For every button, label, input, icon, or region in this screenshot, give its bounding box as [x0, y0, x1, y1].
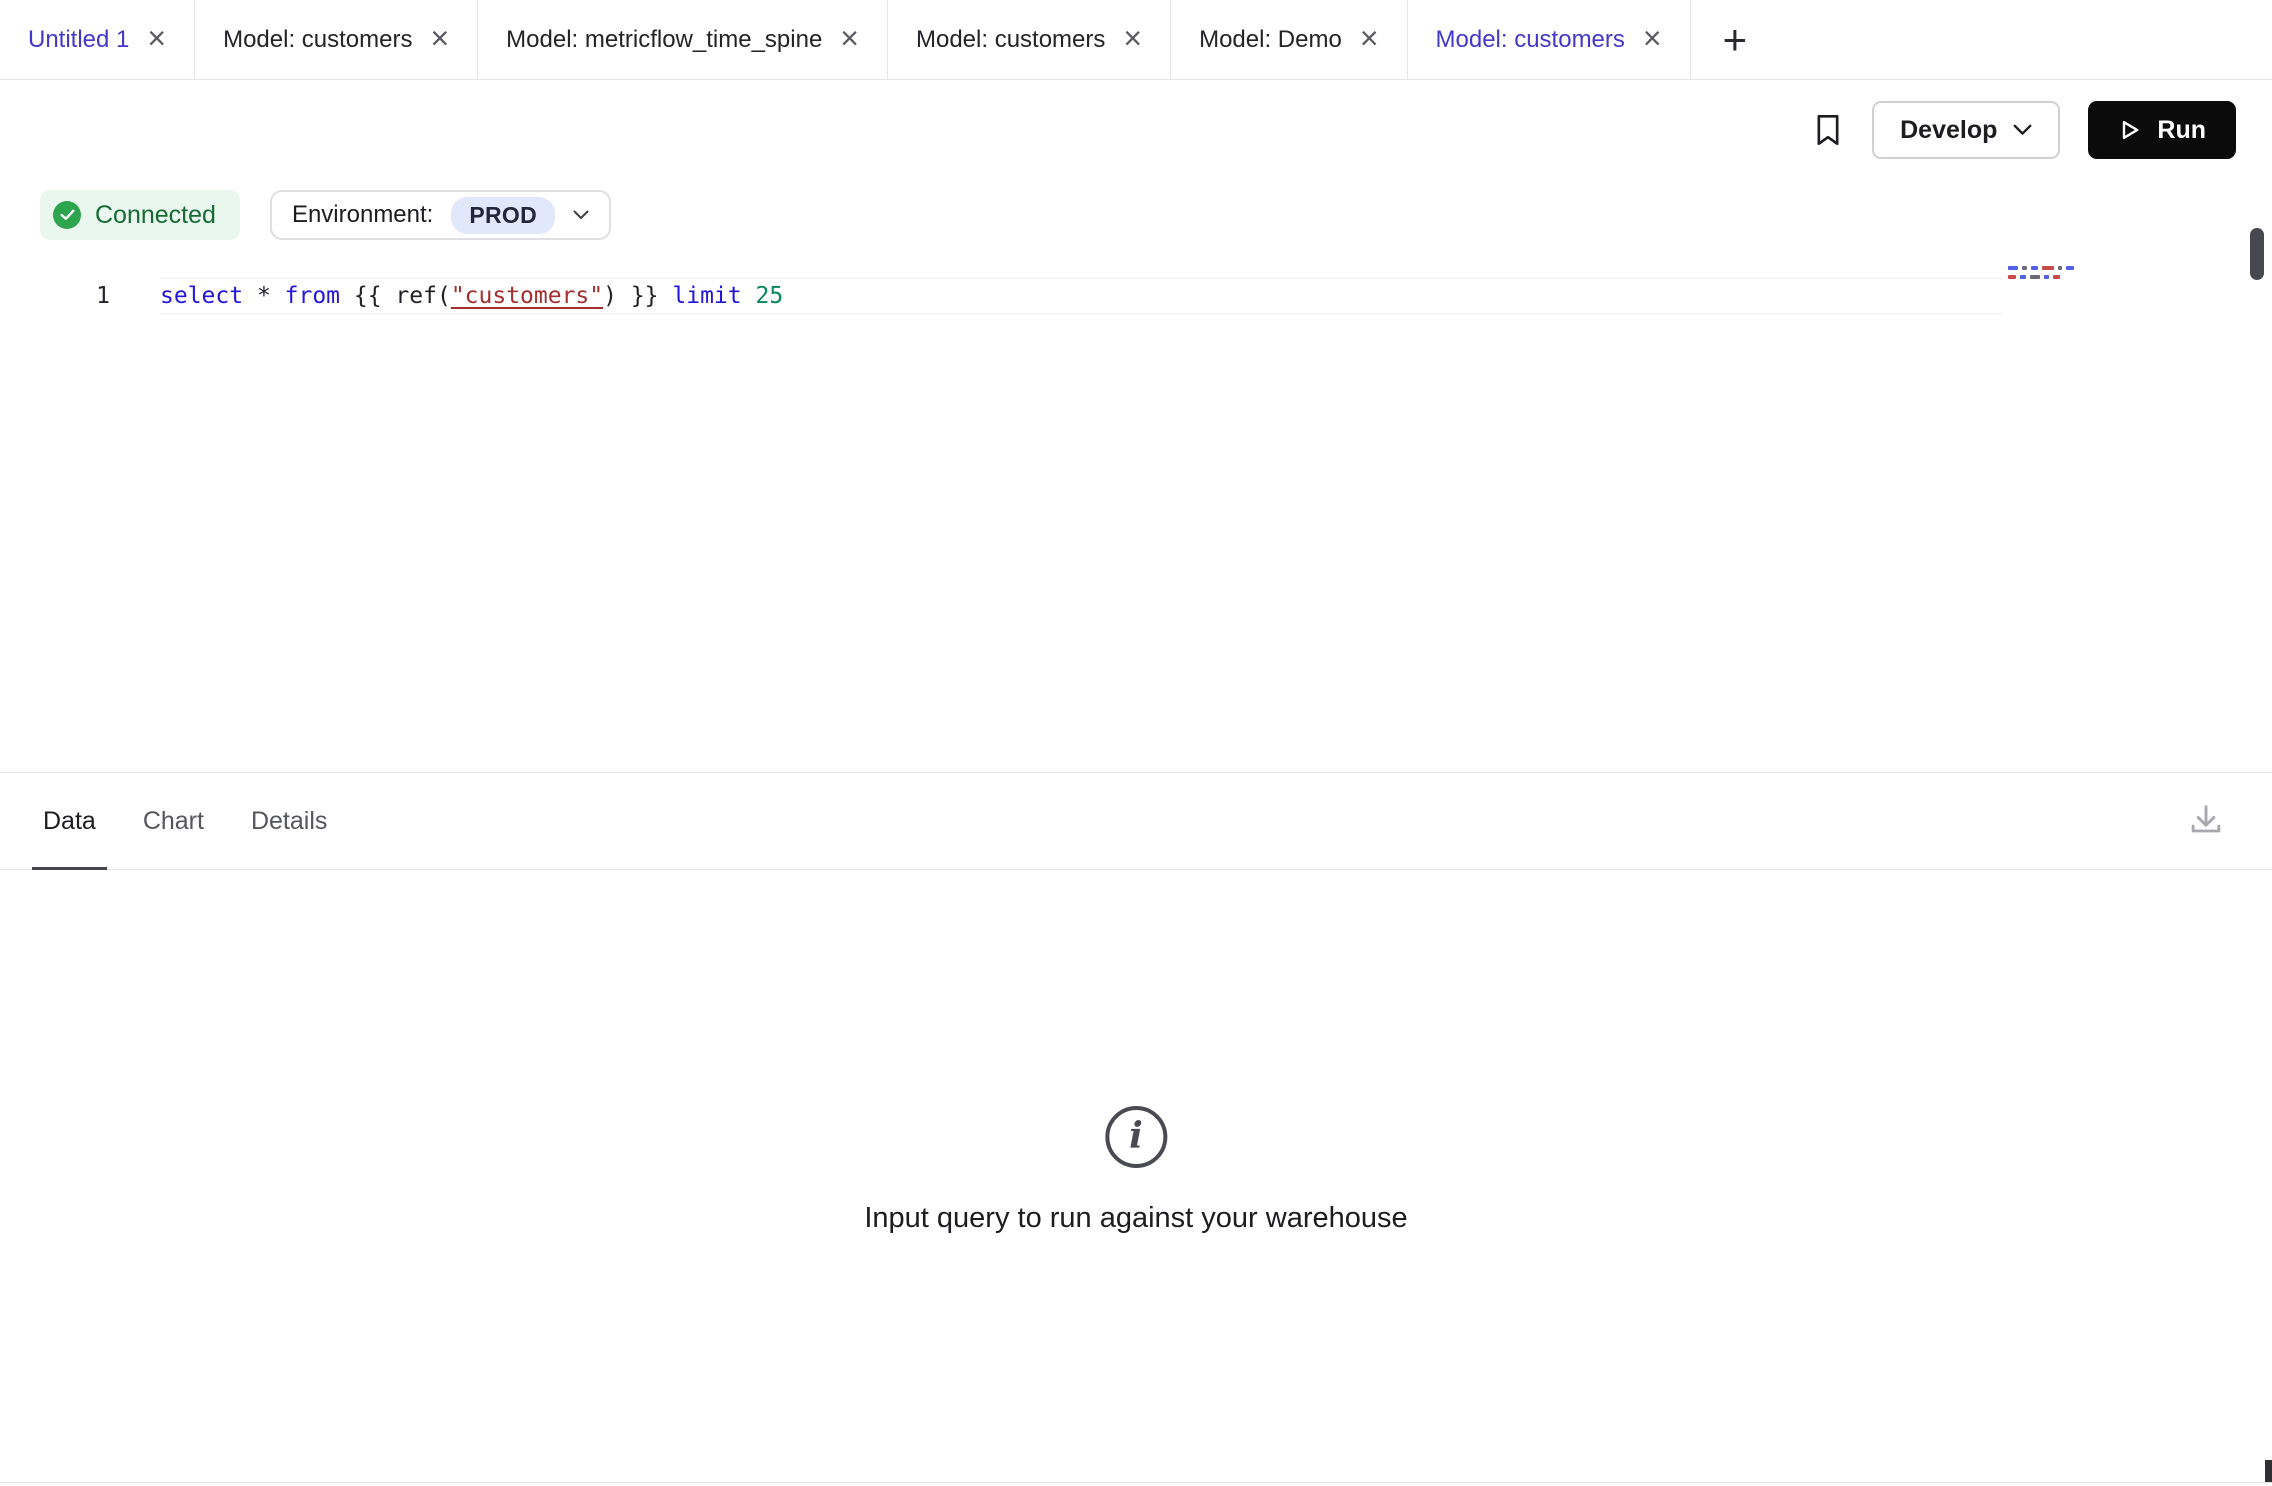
code-token: * [243, 283, 285, 309]
connection-status-label: Connected [95, 201, 216, 230]
panel-scrollbar[interactable] [2265, 1460, 2272, 1482]
tab-chart[interactable]: Chart [143, 773, 204, 869]
code-token-ref-link[interactable]: "customers" [451, 283, 603, 309]
connection-status-badge[interactable]: Connected [40, 190, 240, 240]
code-token [742, 283, 756, 309]
minimap[interactable] [2008, 266, 2100, 284]
toolbar: Develop Run [0, 80, 2272, 180]
bookmark-icon [1812, 113, 1844, 147]
environment-selector[interactable]: Environment: PROD [270, 190, 611, 240]
chevron-down-icon [2013, 124, 2032, 136]
results-panel: i Input query to run against your wareho… [0, 870, 2272, 1483]
tab-details[interactable]: Details [251, 773, 327, 869]
tab-label: Model: customers [916, 26, 1105, 54]
tab-label: Model: Demo [1199, 26, 1342, 54]
close-icon[interactable]: × [1643, 22, 1662, 54]
code-token: {{ ref( [340, 283, 451, 309]
code-token: from [285, 283, 340, 309]
code-editor[interactable]: 1 select * from {{ ref( "customers" ) }}… [0, 250, 2272, 772]
info-icon: i [1105, 1106, 1167, 1168]
close-icon[interactable]: × [147, 22, 166, 54]
new-tab-button[interactable]: + [1691, 0, 1780, 79]
code-token: 25 [756, 283, 784, 309]
tab-model-metricflow-time-spine[interactable]: Model: metricflow_time_spine × [478, 0, 888, 79]
empty-state-message: Input query to run against your warehous… [864, 1202, 1407, 1235]
tab-bar: Untitled 1 × Model: customers × Model: m… [0, 0, 2272, 80]
environment-label: Environment: [292, 201, 433, 229]
tab-data[interactable]: Data [43, 773, 96, 869]
tab-label: Model: metricflow_time_spine [506, 26, 822, 54]
run-button-label: Run [2157, 116, 2206, 145]
chevron-down-icon [573, 210, 589, 220]
tab-label: Model: customers [1436, 26, 1625, 54]
empty-state: i Input query to run against your wareho… [864, 1106, 1407, 1235]
tab-label: Model: customers [223, 26, 412, 54]
download-button[interactable] [2186, 801, 2226, 841]
code-token: ) }} [603, 283, 672, 309]
status-row: Connected Environment: PROD [0, 180, 2272, 250]
download-icon [2186, 801, 2226, 841]
results-tab-bar: Data Chart Details [0, 772, 2272, 870]
play-icon [2118, 118, 2142, 142]
tab-model-customers-3[interactable]: Model: customers × [1408, 0, 1691, 79]
tab-model-customers-1[interactable]: Model: customers × [195, 0, 478, 79]
code-token: limit [672, 283, 741, 309]
check-circle-icon [53, 201, 81, 229]
close-icon[interactable]: × [1360, 22, 1379, 54]
close-icon[interactable]: × [1123, 22, 1142, 54]
tab-label: Untitled 1 [28, 26, 129, 54]
code-token: select [160, 283, 243, 309]
tab-model-demo[interactable]: Model: Demo × [1171, 0, 1407, 79]
ide-window: Untitled 1 × Model: customers × Model: m… [0, 0, 2272, 1486]
bookmark-button[interactable] [1812, 113, 1844, 147]
run-button[interactable]: Run [2088, 101, 2236, 159]
editor-scrollbar[interactable] [2250, 228, 2264, 280]
environment-value-badge: PROD [451, 197, 555, 234]
develop-button[interactable]: Develop [1872, 101, 2060, 159]
tab-model-customers-2[interactable]: Model: customers × [888, 0, 1171, 79]
line-number: 1 [0, 278, 110, 314]
close-icon[interactable]: × [430, 22, 449, 54]
code-line-1[interactable]: select * from {{ ref( "customers" ) }} l… [160, 278, 2002, 314]
develop-button-label: Develop [1900, 116, 1997, 145]
close-icon[interactable]: × [840, 22, 859, 54]
tab-untitled-1[interactable]: Untitled 1 × [0, 0, 195, 79]
